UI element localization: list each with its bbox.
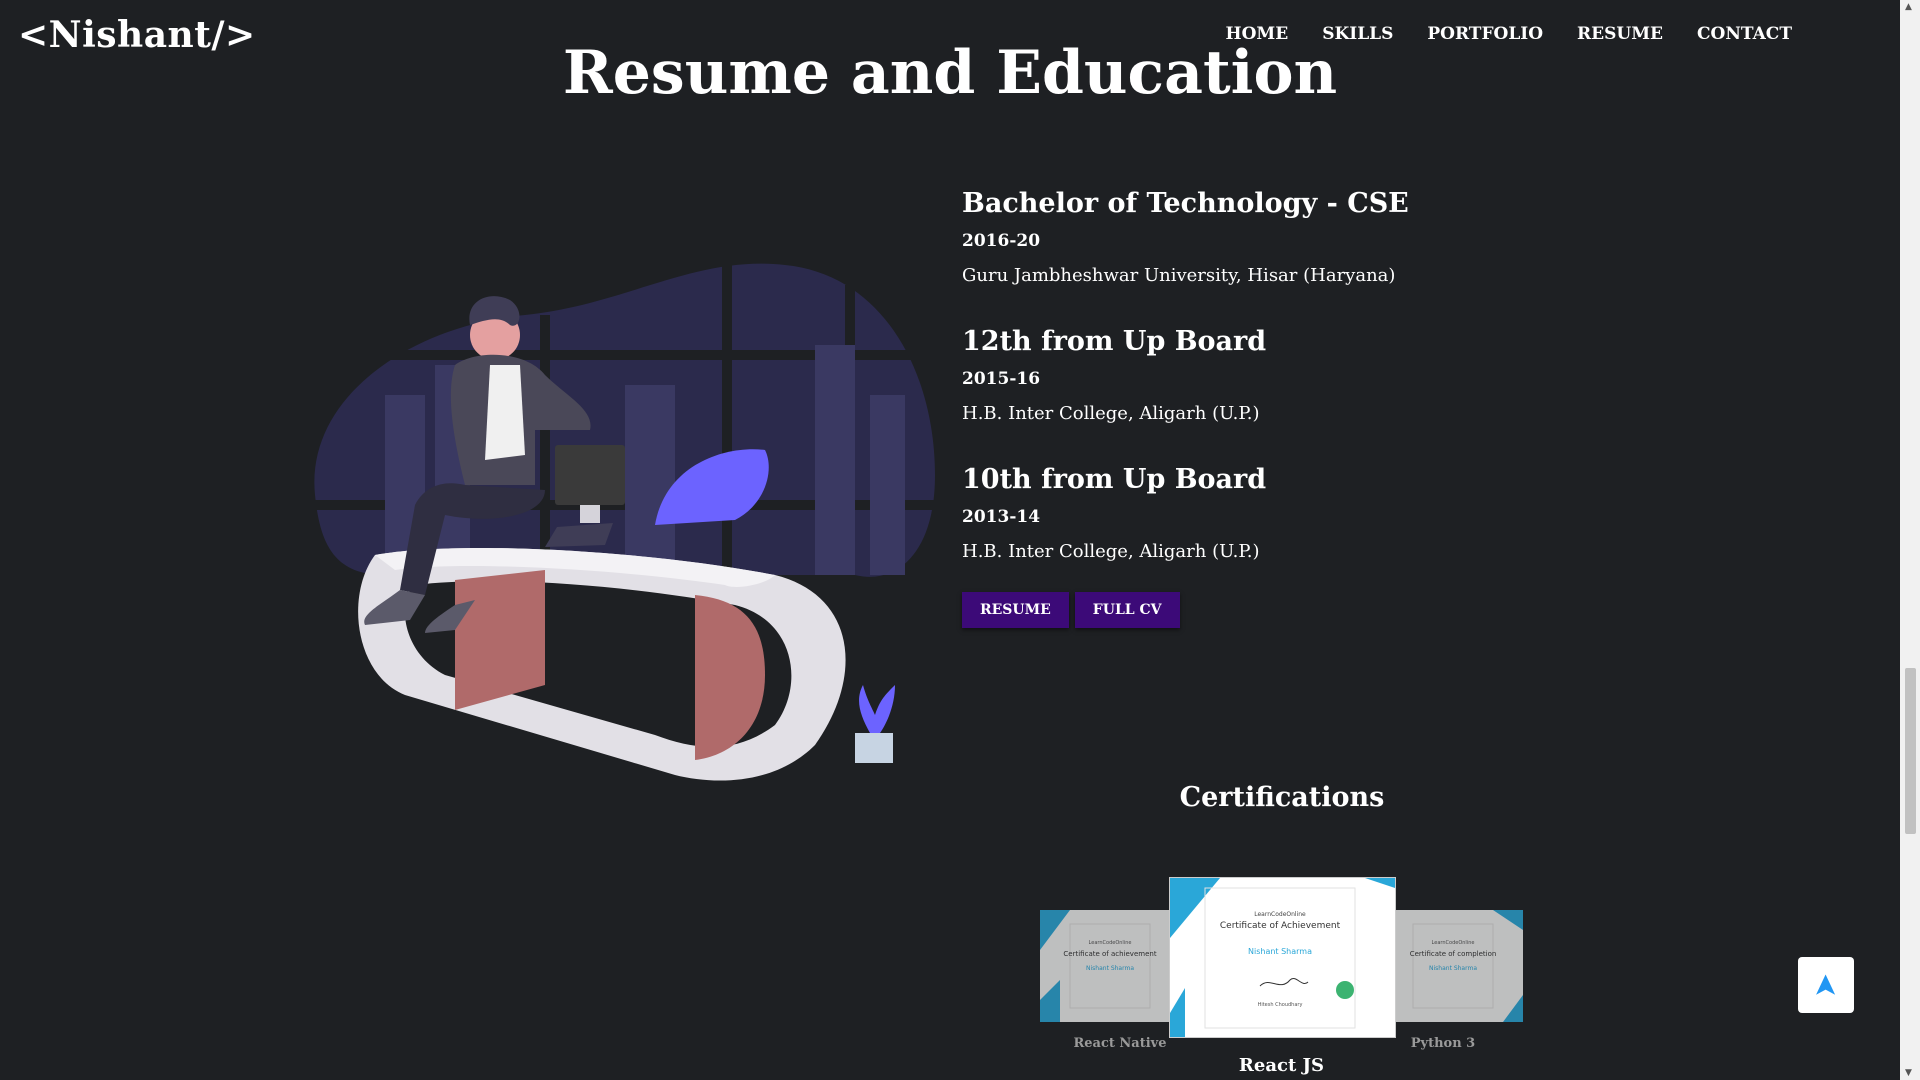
certificate-issuer: LearnCodeOnline xyxy=(1432,940,1475,946)
certificate-issuer: LearnCodeOnline xyxy=(1254,911,1306,918)
education-years: 2016-20 xyxy=(962,231,1041,251)
education-years: 2015-16 xyxy=(962,369,1041,389)
certificate-image: Certificate of achievement LearnCodeOnli… xyxy=(1040,910,1180,1022)
certificate-signer: Hitesh Choudhary xyxy=(1258,1002,1303,1008)
education-title: Bachelor of Technology - CSE xyxy=(962,188,1409,219)
plant-pot xyxy=(855,733,893,763)
certificate-caption-active: React JS xyxy=(1238,1055,1325,1076)
scroll-thumb[interactable] xyxy=(1905,668,1916,834)
resume-buttons: RESUME FULL CV xyxy=(962,592,1662,628)
page: <Nishant/> HOME SKILLS PORTFOLIO RESUME … xyxy=(0,0,1920,1080)
education-school: H.B. Inter College, Aligarh (U.P.) xyxy=(962,541,1260,562)
education-school: Guru Jambheshwar University, Hisar (Hary… xyxy=(962,265,1396,286)
certificate-card[interactable]: Certificate of achievement LearnCodeOnli… xyxy=(1040,910,1180,1022)
scrollbar[interactable]: ▲ ▼ xyxy=(1900,0,1920,1080)
resume-button[interactable]: RESUME xyxy=(962,592,1069,628)
education-years: 2013-14 xyxy=(962,507,1041,527)
education-item: 12th from Up Board 2015-16 H.B. Inter Co… xyxy=(962,326,1662,424)
monitor xyxy=(555,445,625,505)
certificate-image: LearnCodeOnline Certificate of Achieveme… xyxy=(1170,878,1395,1037)
education-item: 10th from Up Board 2013-14 H.B. Inter Co… xyxy=(962,464,1662,562)
certificate-caption: Python 3 xyxy=(1410,1036,1476,1051)
certificate-name: Nishant Sharma xyxy=(1248,947,1312,956)
certificate-name: Nishant Sharma xyxy=(1429,965,1477,972)
plant xyxy=(859,685,895,733)
full-cv-button[interactable]: FULL CV xyxy=(1074,592,1180,628)
certificate-issuer: LearnCodeOnline xyxy=(1089,940,1132,946)
certificate-name: Nishant Sharma xyxy=(1086,965,1134,972)
scroll-to-top-button[interactable]: ➤ xyxy=(1798,957,1854,1013)
certificate-title: Certificate of completion xyxy=(1410,950,1497,958)
certificate-title: Certificate of achievement xyxy=(1063,950,1156,958)
certificate-image: LearnCodeOnline Certificate of completio… xyxy=(1383,910,1523,1022)
education-item: Bachelor of Technology - CSE 2016-20 Gur… xyxy=(962,188,1662,286)
certificate-card[interactable]: LearnCodeOnline Certificate of completio… xyxy=(1383,910,1523,1022)
monitor-stand xyxy=(580,505,600,523)
education-school: H.B. Inter College, Aligarh (U.P.) xyxy=(962,403,1260,424)
desk-illustration xyxy=(305,263,935,781)
arrow-up-icon: ➤ xyxy=(1808,972,1844,998)
certificate-caption: React Native xyxy=(1073,1036,1167,1051)
section-title: Resume and Education xyxy=(562,38,1338,108)
person-shirt xyxy=(485,365,525,460)
education-list: Bachelor of Technology - CSE 2016-20 Gur… xyxy=(962,188,1662,628)
scroll-up-arrow-icon[interactable]: ▲ xyxy=(1905,2,1912,12)
scroll-down-arrow-icon[interactable]: ▼ xyxy=(1905,1068,1912,1078)
certificate-card-active[interactable]: LearnCodeOnline Certificate of Achieveme… xyxy=(1169,877,1396,1038)
education-title: 10th from Up Board xyxy=(962,464,1267,495)
certifications-heading: Certifications xyxy=(1179,782,1385,813)
certificate-title: Certificate of Achievement xyxy=(1220,921,1341,931)
education-title: 12th from Up Board xyxy=(962,326,1267,357)
